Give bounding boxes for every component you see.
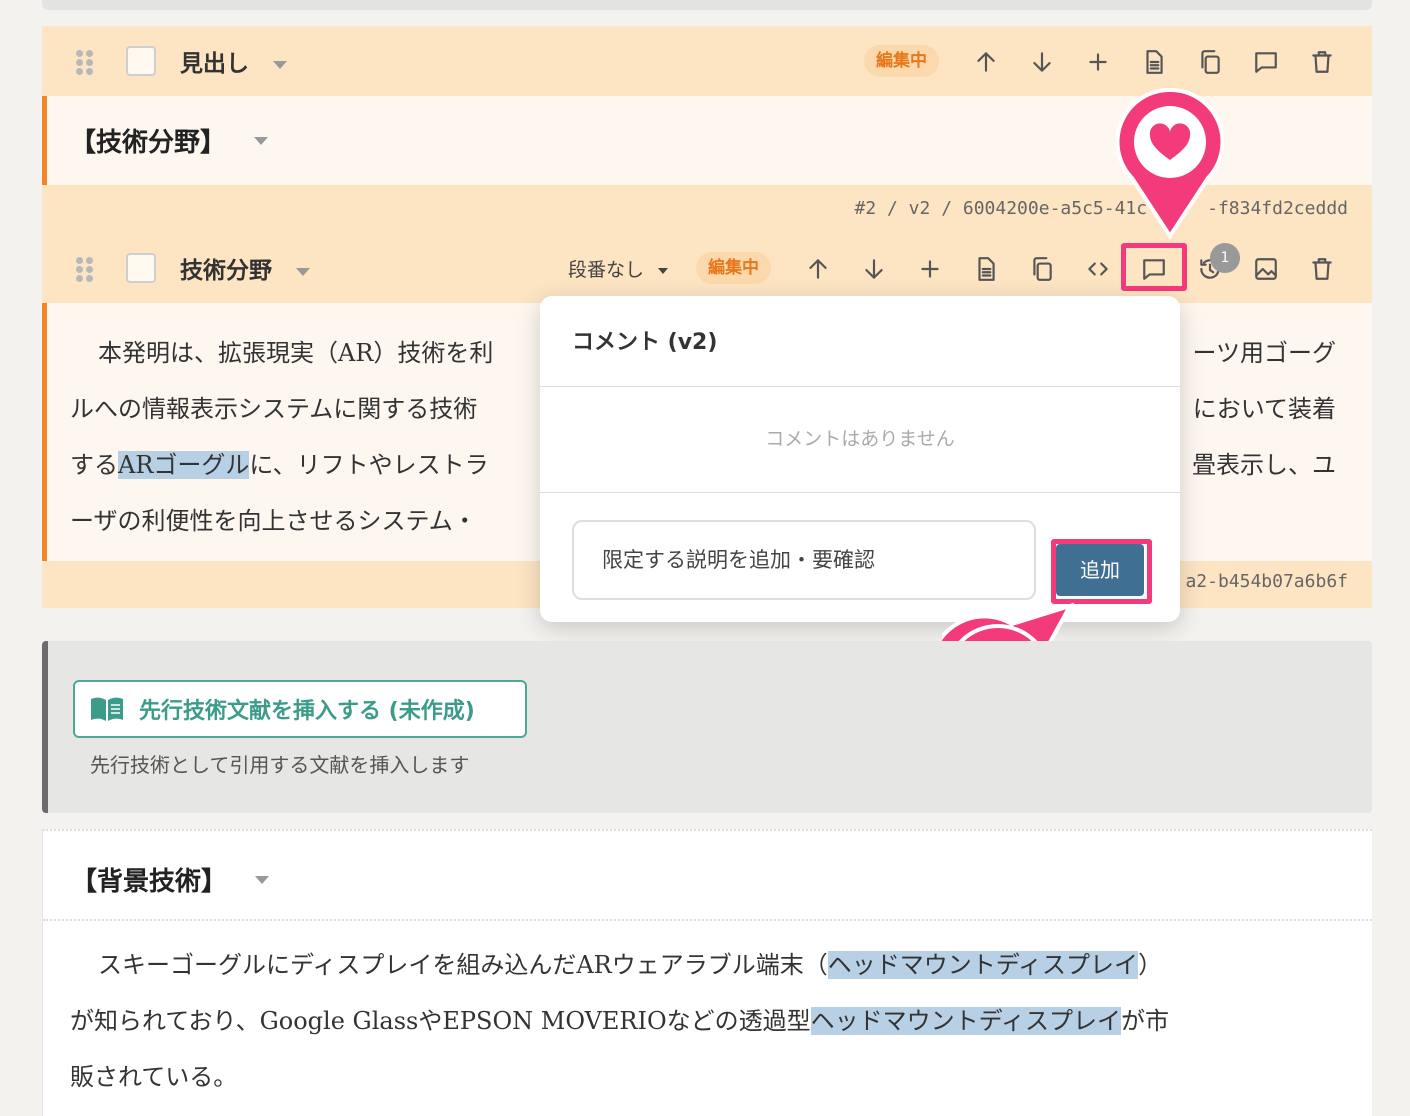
previous-block-edge: [42, 0, 1372, 10]
highlighted-term[interactable]: ヘッドマウントディスプレイ: [810, 1007, 1121, 1035]
add-block-button[interactable]: [1078, 42, 1118, 82]
move-down-button[interactable]: [854, 249, 894, 289]
arrow-down-icon: [1033, 52, 1051, 72]
move-up-button[interactable]: [966, 42, 1006, 82]
insert-prior-art-block: 先行技術文献を挿入する (未作成) 先行技術として引用する文献を挿入します: [42, 641, 1372, 813]
insert-prior-art-button[interactable]: 先行技術文献を挿入する (未作成): [73, 680, 527, 738]
copy-icon: [1033, 257, 1052, 281]
editing-badge: 編集中: [696, 252, 771, 284]
text-segment: ルへの情報表示システムに関する技術: [70, 395, 478, 423]
select-checkbox[interactable]: [126, 46, 156, 76]
arrow-up-icon: [809, 259, 827, 279]
meta-id-tail: a2-b454b07a6b6f: [1185, 571, 1348, 592]
insert-button-label: 先行技術文献を挿入する (未作成): [139, 699, 475, 724]
text-line: 販されている。: [70, 1049, 1372, 1105]
highlighted-term[interactable]: ARゴーグル: [118, 451, 250, 479]
block-type-label: 技術分野: [180, 258, 272, 284]
code-view-button[interactable]: [1078, 249, 1118, 289]
heading-content[interactable]: 【背景技術】: [43, 829, 1372, 921]
text-segment: 本発明は、拡張現実（AR）技術を利: [98, 339, 494, 367]
divider: [540, 386, 1180, 387]
drag-handle-icon[interactable]: [76, 50, 94, 75]
empty-comments-text: コメントはありません: [765, 428, 955, 450]
select-checkbox[interactable]: [126, 253, 156, 283]
text-segment: 販されている。: [70, 1063, 238, 1091]
text-line: スキーゴーグルにディスプレイを組み込んだARウェアラブル端末（ヘッドマウントディ…: [70, 937, 1372, 993]
text-segment: ーツ用ゴーグ: [1192, 339, 1336, 367]
comment-button[interactable]: [1246, 42, 1286, 82]
comment-icon: [1255, 52, 1277, 73]
divider: [540, 492, 1180, 493]
plus-icon: [921, 260, 939, 278]
drag-handle-icon[interactable]: [76, 257, 94, 282]
delete-button[interactable]: [1302, 42, 1342, 82]
meta-id-tail: -f834fd2ceddd: [1207, 198, 1348, 219]
trash-icon: [1312, 51, 1332, 73]
chevron-down-icon: [273, 60, 288, 69]
heading-text: 【技術分野】: [70, 128, 227, 158]
document-icon: [1146, 50, 1163, 74]
block-type-dropdown[interactable]: 技術分野: [180, 251, 311, 285]
arrow-up-icon: [977, 52, 995, 72]
text-segment: が知られており、Google GlassやEPSON MOVERIOなどの透過型: [70, 1007, 811, 1035]
image-icon: [1255, 258, 1277, 280]
chevron-down-icon: [296, 267, 311, 276]
chevron-down-icon: [658, 267, 669, 274]
popover-title: コメント (v2): [572, 330, 718, 355]
text-segment: スキーゴーグルにディスプレイを組み込んだARウェアラブル端末（: [98, 951, 828, 979]
text-line: が知られており、Google GlassやEPSON MOVERIOなどの透過型…: [70, 993, 1372, 1049]
background-art-block: 【背景技術】 スキーゴーグルにディスプレイを組み込んだARウェアラブル端末（ヘッ…: [42, 829, 1372, 1116]
duplicate-button[interactable]: [1190, 42, 1230, 82]
meta-id: #2 / v2 / 6004200e-a5c5-41c: [854, 198, 1148, 219]
text-segment: に、リフトやレストラ: [249, 451, 489, 479]
document-button[interactable]: [1134, 42, 1174, 82]
trash-icon: [1312, 258, 1332, 280]
paragraph-content[interactable]: スキーゴーグルにディスプレイを組み込んだARウェアラブル端末（ヘッドマウントディ…: [43, 921, 1372, 1105]
document-icon: [978, 257, 995, 281]
comment-input[interactable]: 限定する説明を追加・要確認: [572, 520, 1036, 600]
arrow-down-icon: [865, 259, 883, 279]
move-up-button[interactable]: [798, 249, 838, 289]
duplicate-button[interactable]: [1022, 249, 1062, 289]
text-segment: する: [70, 451, 118, 479]
code-icon: [1088, 262, 1108, 276]
text-segment: ）: [1138, 951, 1163, 979]
heading-select[interactable]: 【背景技術】: [71, 861, 270, 898]
delete-button[interactable]: [1302, 249, 1342, 289]
add-block-button[interactable]: [910, 249, 950, 289]
block-type-dropdown[interactable]: 見出し: [180, 44, 288, 78]
editing-badge: 編集中: [864, 45, 939, 77]
text-segment: ーザの利便性を向上させるシステム・: [70, 507, 477, 535]
document-button[interactable]: [966, 249, 1006, 289]
text-segment: 畳表示し、ユ: [1192, 451, 1336, 479]
history-button[interactable]: 1: [1190, 243, 1240, 289]
paragraph-number-label: 段番なし: [568, 259, 645, 281]
heading-text: 【背景技術】: [71, 867, 228, 897]
heart-marker-icon: [1115, 87, 1225, 240]
move-down-button[interactable]: [1022, 42, 1062, 82]
block-type-label: 見出し: [180, 51, 249, 77]
copy-icon: [1201, 50, 1220, 74]
text-segment: において装着: [1192, 395, 1336, 423]
text-segment: が市: [1120, 1007, 1169, 1035]
paragraph-number-select[interactable]: 段番なし: [568, 255, 669, 282]
heading-select[interactable]: 【技術分野】: [70, 122, 269, 159]
highlighted-term[interactable]: ヘッドマウントディスプレイ: [827, 951, 1139, 979]
book-icon: [91, 697, 123, 721]
history-count-badge: 1: [1210, 243, 1240, 273]
chevron-down-icon: [255, 875, 270, 884]
insert-description: 先行技術として引用する文献を挿入します: [90, 753, 470, 777]
comment-button-highlight: [1121, 243, 1187, 291]
plus-icon: [1089, 53, 1107, 71]
image-button[interactable]: [1246, 249, 1286, 289]
chevron-down-icon: [254, 136, 269, 145]
